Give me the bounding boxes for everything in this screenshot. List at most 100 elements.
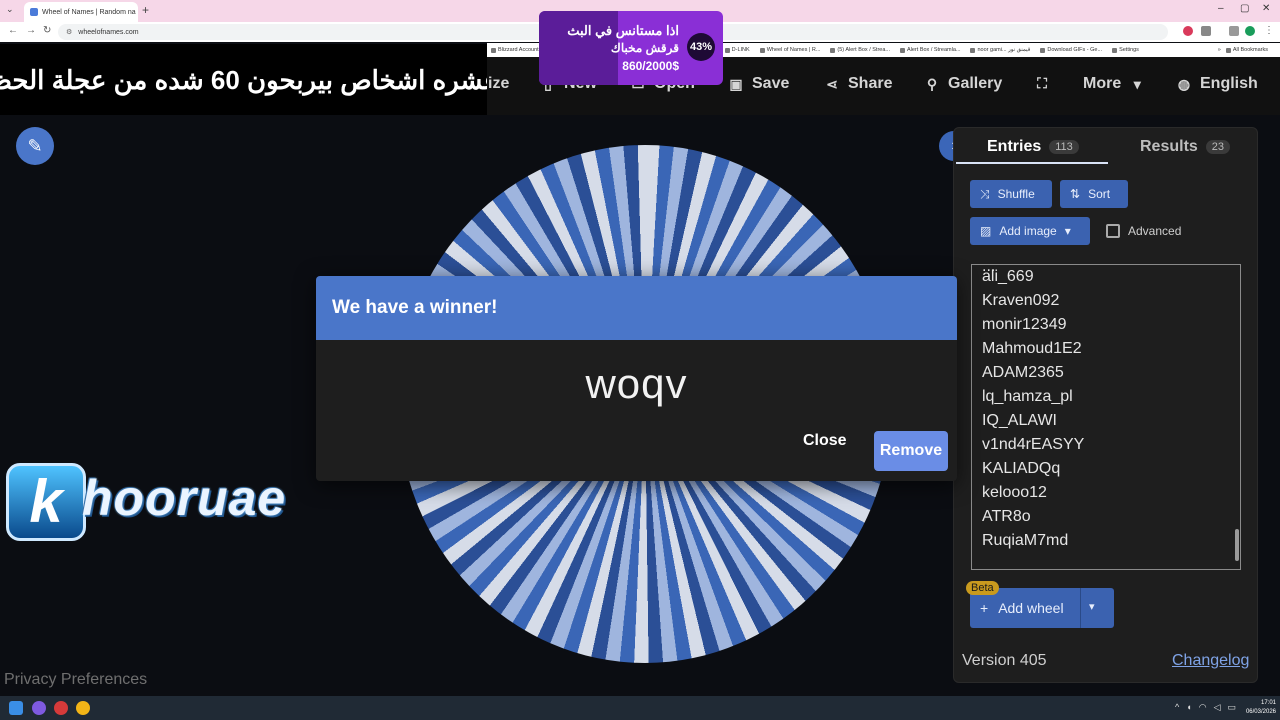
- more-button[interactable]: More ▾: [1083, 75, 1145, 93]
- gallery-label: Gallery: [948, 75, 1003, 92]
- back-icon[interactable]: ←: [8, 25, 18, 36]
- entries-list: ali_669 Kraven092 monir12349 Mahmoud1E2 ADAM…: [982, 265, 1084, 553]
- bookmark-item[interactable]: noor gami... قيمنق نور: [970, 47, 1030, 53]
- close-button[interactable]: Close: [803, 432, 847, 450]
- donation-percent: 43%: [687, 33, 715, 61]
- browser-tab[interactable]: Wheel of Names | Random na ✕: [24, 2, 138, 22]
- battery-icon[interactable]: ▭: [1227, 702, 1236, 713]
- bookmark-item[interactable]: Alert Box / Streamla...: [899, 47, 961, 53]
- downloads-icon[interactable]: [1229, 26, 1239, 36]
- donation-line2: قرقش مخباك: [610, 41, 679, 55]
- url-text: wheelofnames.com: [78, 28, 139, 36]
- app-icon[interactable]: [54, 701, 68, 715]
- fullscreen-button[interactable]: ⛶: [1034, 75, 1050, 91]
- gallery-button[interactable]: ⚲ Gallery: [924, 75, 1002, 93]
- save-button[interactable]: ▣ Save: [728, 75, 789, 93]
- bookmark-label: Settings: [1119, 47, 1139, 53]
- add-wheel-label: Add wheel: [998, 600, 1064, 616]
- caret-down-icon[interactable]: ▾: [1089, 600, 1095, 613]
- bookmark-item[interactable]: Blizzard Account: [491, 47, 539, 53]
- tab-search-icon[interactable]: ⌄: [6, 4, 14, 15]
- mic-icon[interactable]: ◖: [1186, 702, 1191, 713]
- minimize-icon[interactable]: –: [1218, 3, 1224, 14]
- list-item: IQ_ALAWI: [982, 412, 1057, 429]
- bookmark-item[interactable]: Settings: [1112, 47, 1139, 53]
- bookmark-label: Download GIFs - Ge...: [1047, 47, 1103, 53]
- maximize-icon[interactable]: ▢: [1240, 3, 1249, 14]
- bookmark-label: (5) Alert Box / Strea...: [837, 47, 890, 53]
- start-icon[interactable]: [9, 701, 23, 715]
- scrollbar[interactable]: [1235, 267, 1239, 567]
- privacy-preferences-link[interactable]: Privacy Preferences: [4, 671, 147, 689]
- list-item: kelooo12: [982, 484, 1047, 501]
- share-label: Share: [848, 75, 893, 92]
- bookmark-item[interactable]: D-LINK: [724, 47, 750, 53]
- list-item: v1nd4rEASYY: [982, 436, 1085, 453]
- extensions-puzzle-icon[interactable]: [1201, 26, 1211, 36]
- bookmark-item[interactable]: (5) Alert Box / Strea...: [830, 47, 890, 53]
- extension-icon[interactable]: [1183, 26, 1193, 36]
- entries-textarea[interactable]: ... ali_669Kraven092monir12349Mahmoud1E2…: [971, 264, 1241, 570]
- tab-results[interactable]: Results 23: [1140, 138, 1231, 156]
- wifi-icon[interactable]: ◠: [1199, 702, 1207, 713]
- donation-goal-widget: اذا مستانس في البث قرقش مخباك 860/2000$ …: [539, 11, 723, 85]
- all-bookmarks-button[interactable]: » All Bookmarks: [1213, 43, 1268, 57]
- image-icon: ▨: [980, 224, 992, 238]
- forward-icon[interactable]: →: [26, 25, 36, 36]
- bookmark-label: D-LINK: [731, 47, 750, 53]
- bookmark-icon: [899, 47, 905, 53]
- customize-button[interactable]: ize: [488, 75, 509, 93]
- edit-title-button[interactable]: ✎: [16, 127, 54, 165]
- shuffle-button[interactable]: ⤨ Shuffle: [970, 180, 1052, 208]
- changelog-link[interactable]: Changelog: [1172, 652, 1249, 670]
- bookmark-icon: [970, 47, 976, 53]
- save-label: Save: [752, 75, 790, 92]
- chevron-up-icon[interactable]: ^: [1175, 702, 1179, 713]
- entries-tab-label: Entries: [987, 138, 1042, 155]
- advanced-label: Advanced: [1128, 224, 1182, 238]
- language-button[interactable]: ◍ English: [1176, 75, 1258, 93]
- reload-icon[interactable]: ↻: [43, 25, 51, 36]
- logo-letter: k: [6, 463, 86, 541]
- divider: [1080, 588, 1081, 628]
- list-item: ATR8o: [982, 508, 1031, 525]
- bookmark-label: noor gami... قيمنق نور: [977, 47, 1031, 53]
- tab-entries[interactable]: Entries 113: [987, 138, 1079, 156]
- language-label: English: [1200, 75, 1258, 92]
- bookmark-label: Alert Box / Streamla...: [906, 47, 961, 53]
- scrollbar-thumb[interactable]: [1235, 529, 1239, 561]
- bookmark-item[interactable]: Wheel of Names | R...: [759, 47, 821, 53]
- clock[interactable]: 17:01 06/03/2026: [1246, 699, 1276, 717]
- sort-icon: ⇅: [1070, 187, 1081, 201]
- chrome-icon[interactable]: [76, 701, 90, 715]
- shuffle-label: Shuffle: [997, 187, 1035, 201]
- bookmark-item[interactable]: Download GIFs - Ge...: [1040, 47, 1102, 53]
- list-item: KALIADQq: [982, 460, 1061, 477]
- pencil-icon: ✎: [27, 135, 43, 156]
- wheel-favicon-icon: [30, 8, 38, 16]
- donation-line1: اذا مستانس في البث: [567, 23, 679, 38]
- profile-avatar[interactable]: [1245, 26, 1255, 36]
- share-button[interactable]: ⋖ Share: [824, 75, 892, 93]
- remove-button[interactable]: Remove: [874, 431, 948, 471]
- add-image-button[interactable]: ▨ Add image ▾: [970, 217, 1090, 245]
- version-text: Version 405: [962, 652, 1047, 669]
- customize-label: ize: [488, 75, 510, 92]
- bookmark-label: Blizzard Account: [498, 47, 539, 53]
- chat-app-icon[interactable]: [32, 701, 46, 715]
- close-window-icon[interactable]: ✕: [1262, 3, 1270, 14]
- advanced-checkbox[interactable]: [1106, 224, 1120, 238]
- list-item: monir12349: [982, 316, 1067, 333]
- new-tab-button[interactable]: +: [142, 3, 149, 17]
- all-bookmarks-label: All Bookmarks: [1232, 47, 1268, 53]
- dialog-title: We have a winner!: [316, 276, 957, 340]
- chrome-menu-icon[interactable]: ⋮: [1264, 25, 1274, 36]
- site-info-icon[interactable]: ⚙: [66, 28, 72, 36]
- advanced-toggle[interactable]: Advanced: [1106, 224, 1181, 238]
- sort-label: Sort: [1088, 187, 1111, 201]
- volume-icon[interactable]: ◁: [1214, 702, 1221, 713]
- sort-button[interactable]: ⇅ Sort: [1060, 180, 1128, 208]
- save-icon: ▣: [729, 76, 743, 92]
- winner-dialog: We have a winner! woqv Close Remove: [316, 276, 957, 481]
- bookmark-label: Wheel of Names | R...: [766, 47, 821, 53]
